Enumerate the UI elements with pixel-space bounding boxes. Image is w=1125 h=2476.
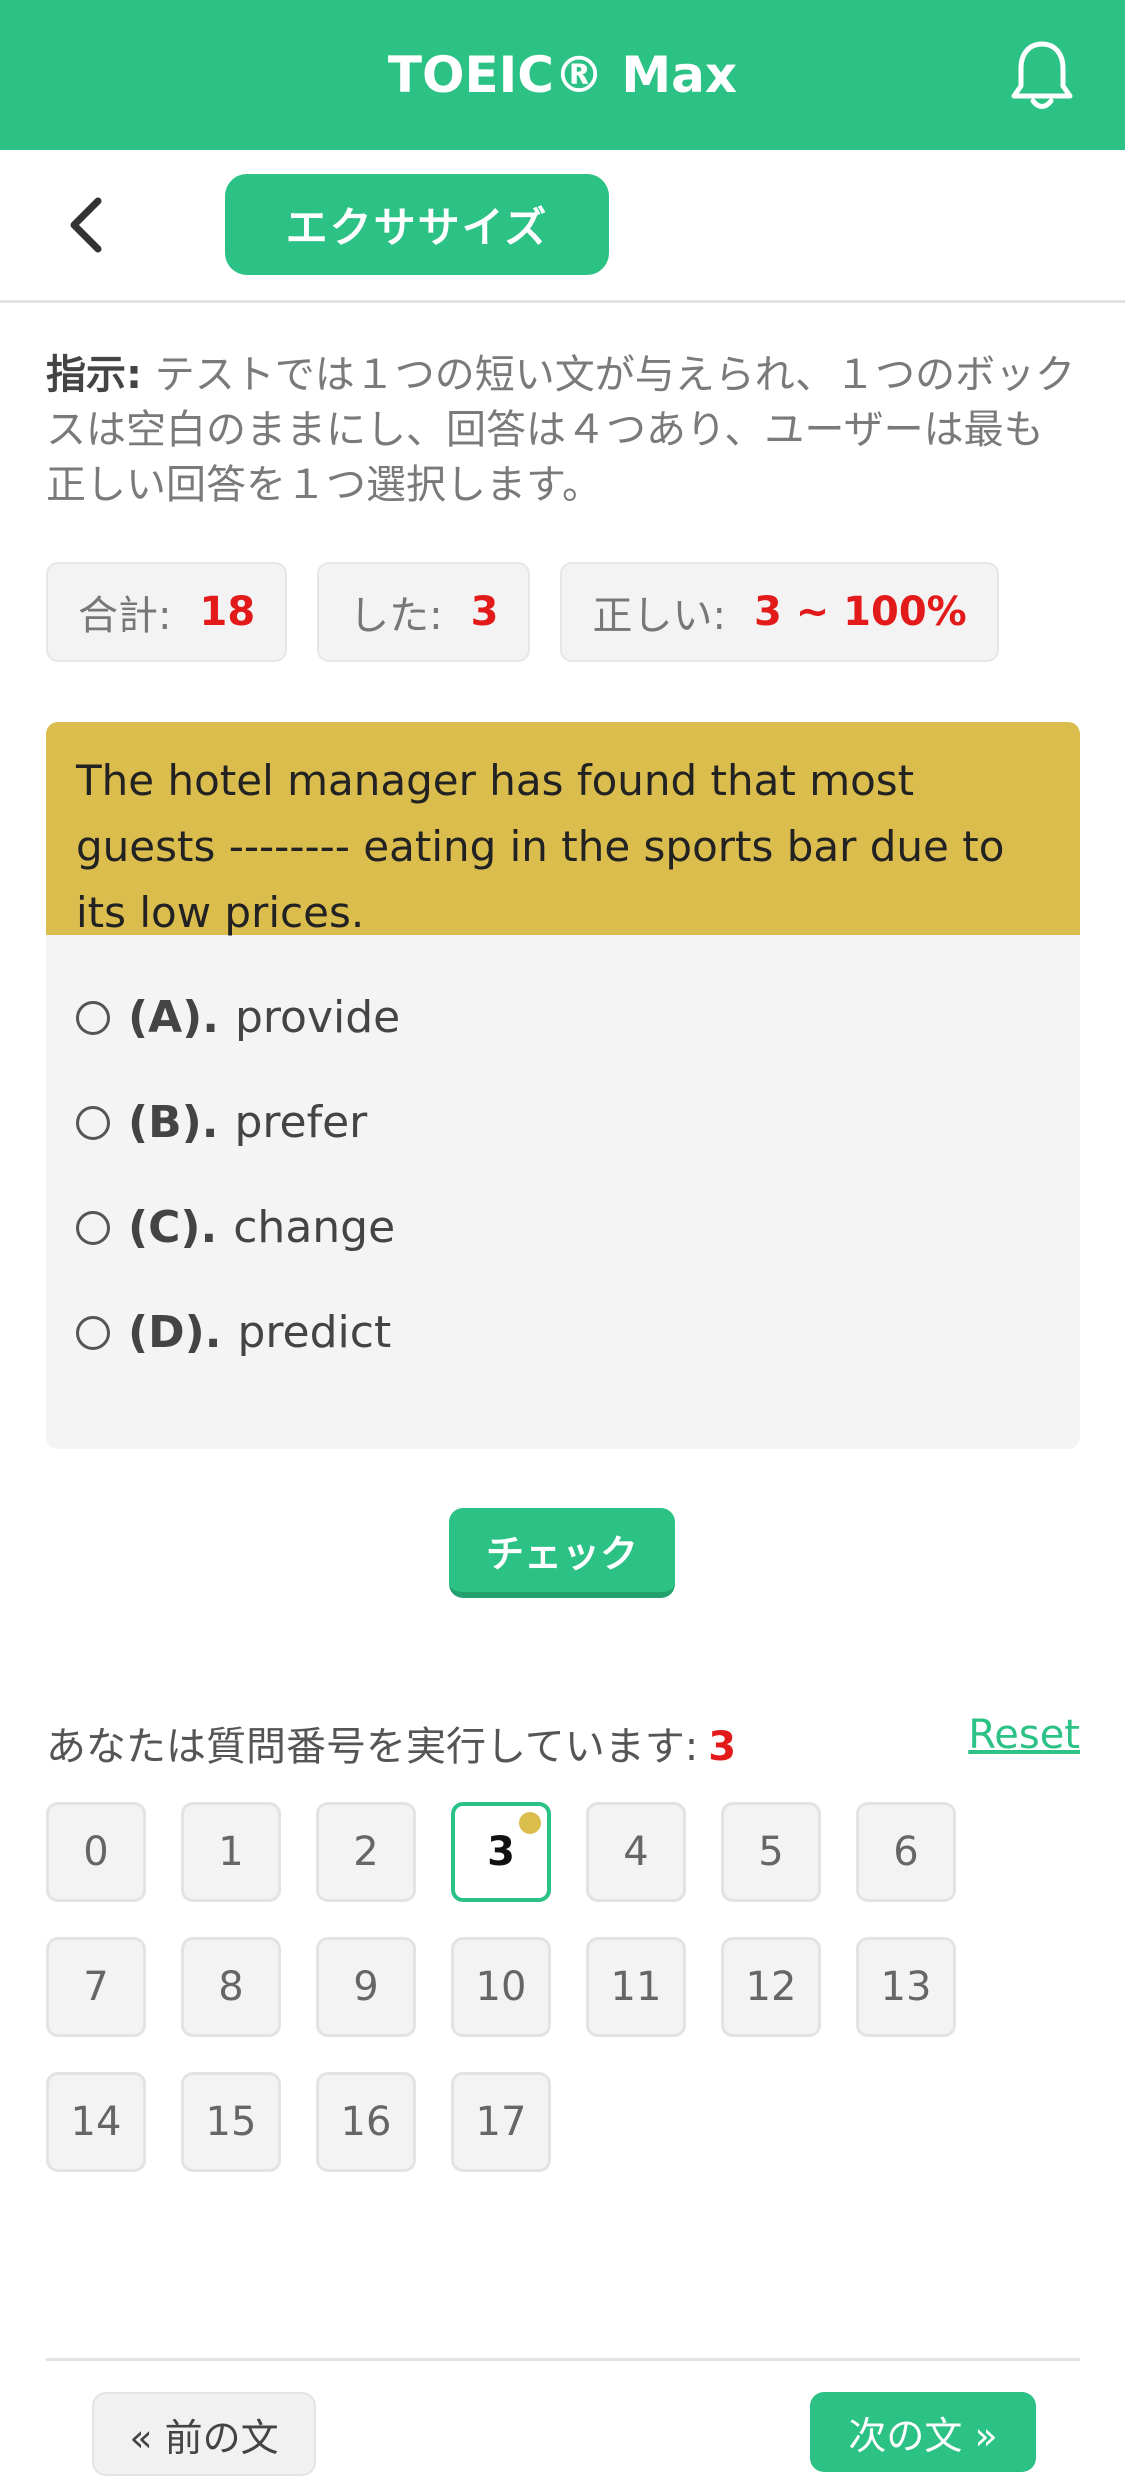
option-letter: (A). — [128, 992, 219, 1043]
progress-label-text: あなたは質問番号を実行しています: — [46, 1724, 699, 1770]
question-number-button[interactable]: 7 — [46, 1937, 146, 2037]
radio-button[interactable] — [76, 1105, 110, 1140]
question-number-button[interactable]: 2 — [316, 1802, 416, 1902]
instruction-text: 指示: テストでは１つの短い文が与えられ、１つのボックスは空白のままにし、回答は… — [46, 348, 1076, 513]
question-number-button[interactable]: 0 — [46, 1802, 146, 1902]
question-card: The hotel manager has found that most gu… — [46, 722, 1080, 1449]
question-number-button[interactable]: 10 — [451, 1937, 551, 2037]
option-b[interactable]: (B). prefer — [46, 1070, 1080, 1175]
radio-button[interactable] — [76, 1315, 110, 1350]
question-number-button[interactable]: 9 — [316, 1937, 416, 2037]
question-number-button[interactable]: 1 — [181, 1802, 281, 1902]
stat-total-value: 18 — [199, 589, 256, 635]
stat-done-label: した: — [349, 593, 443, 639]
question-number-button[interactable]: 16 — [316, 2072, 416, 2172]
option-letter: (D). — [128, 1307, 222, 1358]
stat-total-label: 合計: — [78, 593, 172, 639]
option-a[interactable]: (A). provide — [46, 965, 1080, 1070]
question-number-button[interactable]: 17 — [451, 2072, 551, 2172]
question-number-button-active[interactable]: 3 — [451, 1802, 551, 1902]
check-button[interactable]: チェック — [449, 1508, 675, 1598]
question-number-button[interactable]: 5 — [721, 1802, 821, 1902]
back-arrow-icon[interactable] — [60, 195, 120, 255]
instruction-body: テストでは１つの短い文が与えられ、１つのボックスは空白のままにし、回答は４つあり… — [46, 352, 1076, 508]
answer-options: (A). provide (B). prefer (C). change (D)… — [46, 935, 1080, 1385]
stat-done-value: 3 — [470, 589, 499, 635]
question-number-button[interactable]: 4 — [586, 1802, 686, 1902]
option-text: prefer — [234, 1097, 368, 1148]
question-number-label: 3 — [487, 1829, 515, 1875]
stat-correct: 正しい: 3 ~ 100% — [560, 562, 999, 662]
stat-correct-value: 3 ~ 100% — [753, 589, 967, 635]
option-text: predict — [237, 1307, 392, 1358]
stat-correct-label: 正しい: — [592, 593, 726, 639]
option-text: change — [233, 1202, 396, 1253]
question-number-button[interactable]: 6 — [856, 1802, 956, 1902]
prev-sentence-button[interactable]: « 前の文 — [92, 2392, 316, 2476]
sub-header: エクササイズ — [0, 150, 1125, 303]
option-d[interactable]: (D). predict — [46, 1280, 1080, 1385]
next-sentence-button[interactable]: 次の文 » — [810, 2392, 1036, 2472]
stat-total: 合計: 18 — [46, 562, 288, 662]
answered-dot-icon — [519, 1812, 541, 1834]
progress-label: あなたは質問番号を実行しています: 3 — [46, 1714, 736, 1772]
question-number-button[interactable]: 13 — [856, 1937, 956, 2037]
bell-icon[interactable] — [1007, 38, 1077, 112]
stats-row: 合計: 18 した: 3 正しい: 3 ~ 100% — [46, 562, 999, 662]
option-c[interactable]: (C). change — [46, 1175, 1080, 1280]
app-title: TOEIC® Max — [387, 46, 738, 104]
top-app-bar: TOEIC® Max — [0, 0, 1125, 150]
question-number-button[interactable]: 8 — [181, 1937, 281, 2037]
instruction-prefix: 指示: — [46, 352, 142, 398]
divider — [46, 2358, 1080, 2361]
reset-link[interactable]: Reset — [968, 1712, 1080, 1758]
option-text: provide — [235, 992, 401, 1043]
current-question-number: 3 — [708, 1724, 737, 1770]
radio-button[interactable] — [76, 1000, 110, 1035]
question-number-button[interactable]: 14 — [46, 2072, 146, 2172]
question-number-button[interactable]: 12 — [721, 1937, 821, 2037]
option-letter: (B). — [128, 1097, 219, 1148]
question-text: The hotel manager has found that most gu… — [46, 722, 1080, 937]
tab-exercise[interactable]: エクササイズ — [225, 174, 609, 275]
question-number-button[interactable]: 15 — [181, 2072, 281, 2172]
stat-done: した: 3 — [317, 562, 531, 662]
option-letter: (C). — [128, 1202, 218, 1253]
radio-button[interactable] — [76, 1210, 110, 1245]
question-number-button[interactable]: 11 — [586, 1937, 686, 2037]
